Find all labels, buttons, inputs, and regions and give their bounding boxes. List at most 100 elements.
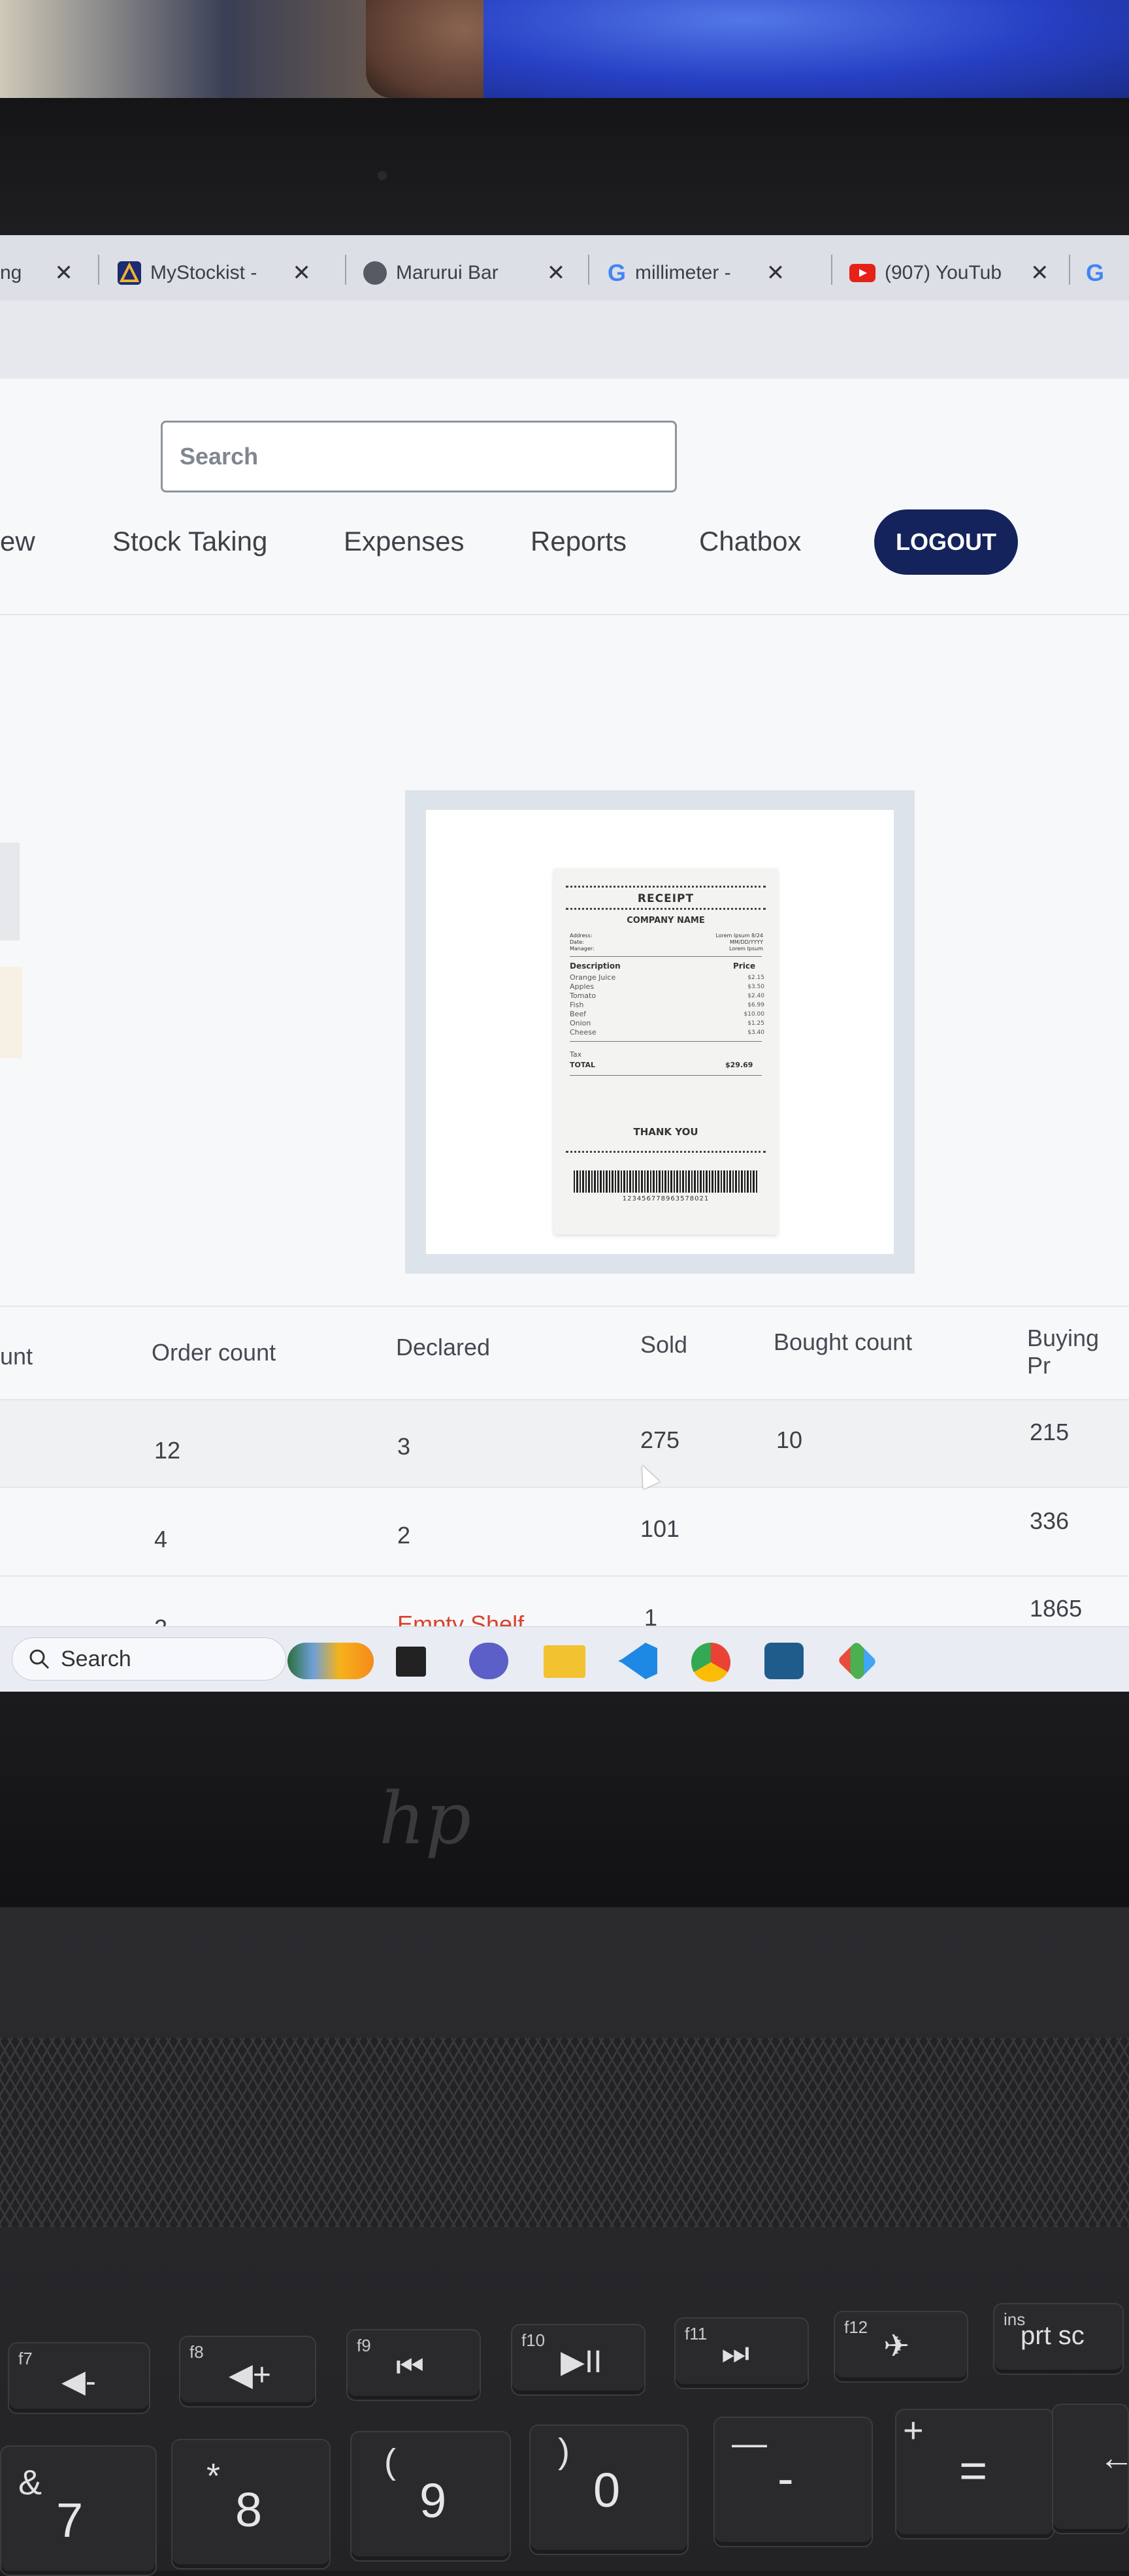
mystockist-favicon-icon <box>118 261 141 285</box>
close-icon[interactable]: ✕ <box>1030 260 1049 286</box>
web-page: Search ew Stock Taking Expenses Reports … <box>0 379 1129 1692</box>
browser-tab[interactable]: ng ✕ <box>0 247 73 299</box>
app-icon[interactable] <box>396 1647 426 1677</box>
receipt-col-description: Description <box>570 961 621 971</box>
receipt-image: RECEIPT COMPANY NAME Address: Date: Manage… <box>554 869 777 1234</box>
tab-label: (907) YouTub <box>885 262 1002 283</box>
receipt-col-price: Price <box>733 961 756 971</box>
col-header-bought-count: Bought count <box>774 1328 913 1355</box>
key-f7[interactable]: f7 ◀- <box>8 2342 150 2414</box>
cell-buying-price: 336 <box>1030 1507 1070 1534</box>
cell-order-count: 12 <box>154 1437 181 1464</box>
key-equals[interactable]: + = <box>895 2409 1055 2539</box>
screen-bezel-bottom <box>0 1692 1129 1907</box>
barcode-number: 123456778963578021 <box>622 1195 710 1202</box>
nav-item-expenses[interactable]: Expenses <box>344 526 464 557</box>
close-icon[interactable]: ✕ <box>54 260 73 286</box>
screen-bezel-top <box>0 98 1129 235</box>
browser-tab-bar: ng ✕ MyStockist - ✕ Marurui Bar ✕ G mill… <box>0 235 1129 300</box>
nav-item-overview[interactable]: ew <box>0 526 35 557</box>
browser-tab[interactable]: (907) YouTub ✕ <box>849 247 1049 299</box>
video-call-icon[interactable] <box>469 1643 508 1679</box>
col-header-order-count: Order count <box>152 1339 276 1366</box>
taskbar: Search <box>0 1626 1129 1692</box>
search-input[interactable]: Search <box>161 421 677 492</box>
key-8[interactable]: * 8 <box>171 2439 331 2569</box>
google-icon: G <box>608 259 627 286</box>
nav-item-reports[interactable]: Reports <box>531 526 627 557</box>
dotted-divider <box>566 908 766 910</box>
nav-item-chatbox[interactable]: Chatbox <box>699 526 801 557</box>
tab-label: Marurui Bar <box>396 262 499 283</box>
webcam <box>378 171 387 180</box>
barcode <box>574 1170 758 1193</box>
close-icon[interactable]: ✕ <box>766 260 785 286</box>
receipt-meta-values: Lorem Ipsum 8/24 MM/DD/YYYY Lorem Ipsum <box>715 933 763 952</box>
receipt-tax-label: Tax <box>570 1050 582 1059</box>
browser-tab[interactable]: G <box>1086 247 1104 299</box>
receipt-divider <box>570 1041 762 1042</box>
chrome-icon[interactable] <box>691 1643 730 1682</box>
key-9[interactable]: (9 <box>350 2431 511 2562</box>
tab-divider <box>1069 255 1070 285</box>
close-icon[interactable]: ✕ <box>547 260 566 286</box>
tab-divider <box>345 255 346 285</box>
screen: ng ✕ MyStockist - ✕ Marurui Bar ✕ G mill… <box>0 235 1129 1692</box>
key-0[interactable]: ) 0 <box>529 2424 689 2555</box>
app2-icon[interactable] <box>764 1643 804 1679</box>
cell-sold: 101 <box>640 1515 680 1542</box>
speaker-grille <box>0 2038 1129 2227</box>
widgets-icon[interactable] <box>287 1643 374 1679</box>
tab-divider <box>831 255 832 285</box>
cell-buying-price: 215 <box>1030 1419 1070 1445</box>
hp-logo: hp <box>379 1777 472 1860</box>
globe-icon <box>363 261 387 285</box>
vscode-icon[interactable] <box>618 1643 657 1679</box>
logout-button[interactable]: LOGOUT <box>874 509 1018 575</box>
receipt-meta-labels: Address: Date: Manager: <box>570 933 595 952</box>
nav-item-stock-taking[interactable]: Stock Taking <box>112 526 267 557</box>
google-icon: G <box>1086 259 1105 286</box>
tab-divider <box>98 255 99 285</box>
taskbar-search-label: Search <box>61 1646 131 1671</box>
col-header-declared: Declared <box>396 1334 491 1360</box>
taskbar-search[interactable]: Search <box>12 1637 286 1681</box>
browser-toolbar <box>0 300 1129 379</box>
youtube-icon <box>849 264 875 282</box>
receipt-divider <box>570 956 762 957</box>
receipt-item-names: Orange Juice Apples Tomato Fish Beef Onion C… <box>570 973 616 1037</box>
key-f10[interactable]: f10 ▶II <box>511 2324 646 2396</box>
key-prtsc[interactable]: ins prt sc <box>993 2303 1124 2375</box>
table-divider <box>0 1306 1129 1307</box>
dotted-divider <box>566 1151 766 1153</box>
col-header-count: unt <box>0 1343 33 1370</box>
side-card <box>0 843 20 941</box>
cell-order-count: 4 <box>154 1526 168 1553</box>
file-explorer-icon[interactable] <box>544 1645 585 1678</box>
key-f12[interactable]: f12 ✈ <box>834 2311 968 2383</box>
close-icon[interactable]: ✕ <box>292 260 311 286</box>
key-7[interactable]: & 7 <box>0 2445 157 2576</box>
browser-tab[interactable]: MyStockist - ✕ <box>118 247 311 299</box>
table-divider <box>0 1575 1129 1577</box>
nav-divider <box>0 614 1129 615</box>
browser-tab[interactable]: G millimeter - ✕ <box>608 247 785 299</box>
key-minus[interactable]: — - <box>713 2417 873 2547</box>
cell-declared: 2 <box>397 1522 411 1549</box>
dotted-divider <box>566 886 766 888</box>
tab-label: MyStockist - <box>150 262 257 283</box>
key-f9[interactable]: f9 ⏮ <box>346 2329 481 2401</box>
key-backspace[interactable]: ← <box>1052 2404 1129 2534</box>
background-photo <box>0 0 1129 98</box>
app3-icon[interactable] <box>837 1641 877 1681</box>
tab-label: ng <box>0 262 22 283</box>
receipt-total-label: TOTAL <box>570 1061 596 1069</box>
tab-label: millimeter - <box>635 262 731 283</box>
key-f11[interactable]: f11 ⏭ <box>674 2317 809 2389</box>
cell-bought-count: 10 <box>776 1426 803 1453</box>
receipt-item-prices: $2.15 $3.50 $2.40 $6.99 $10.00 $1.25 $3.40 <box>744 974 765 1036</box>
browser-tab[interactable]: Marurui Bar ✕ <box>363 247 565 299</box>
key-f8[interactable]: f8 ◀+ <box>179 2336 316 2407</box>
cell-declared: 3 <box>397 1433 411 1460</box>
blue-shirt <box>483 0 1129 98</box>
